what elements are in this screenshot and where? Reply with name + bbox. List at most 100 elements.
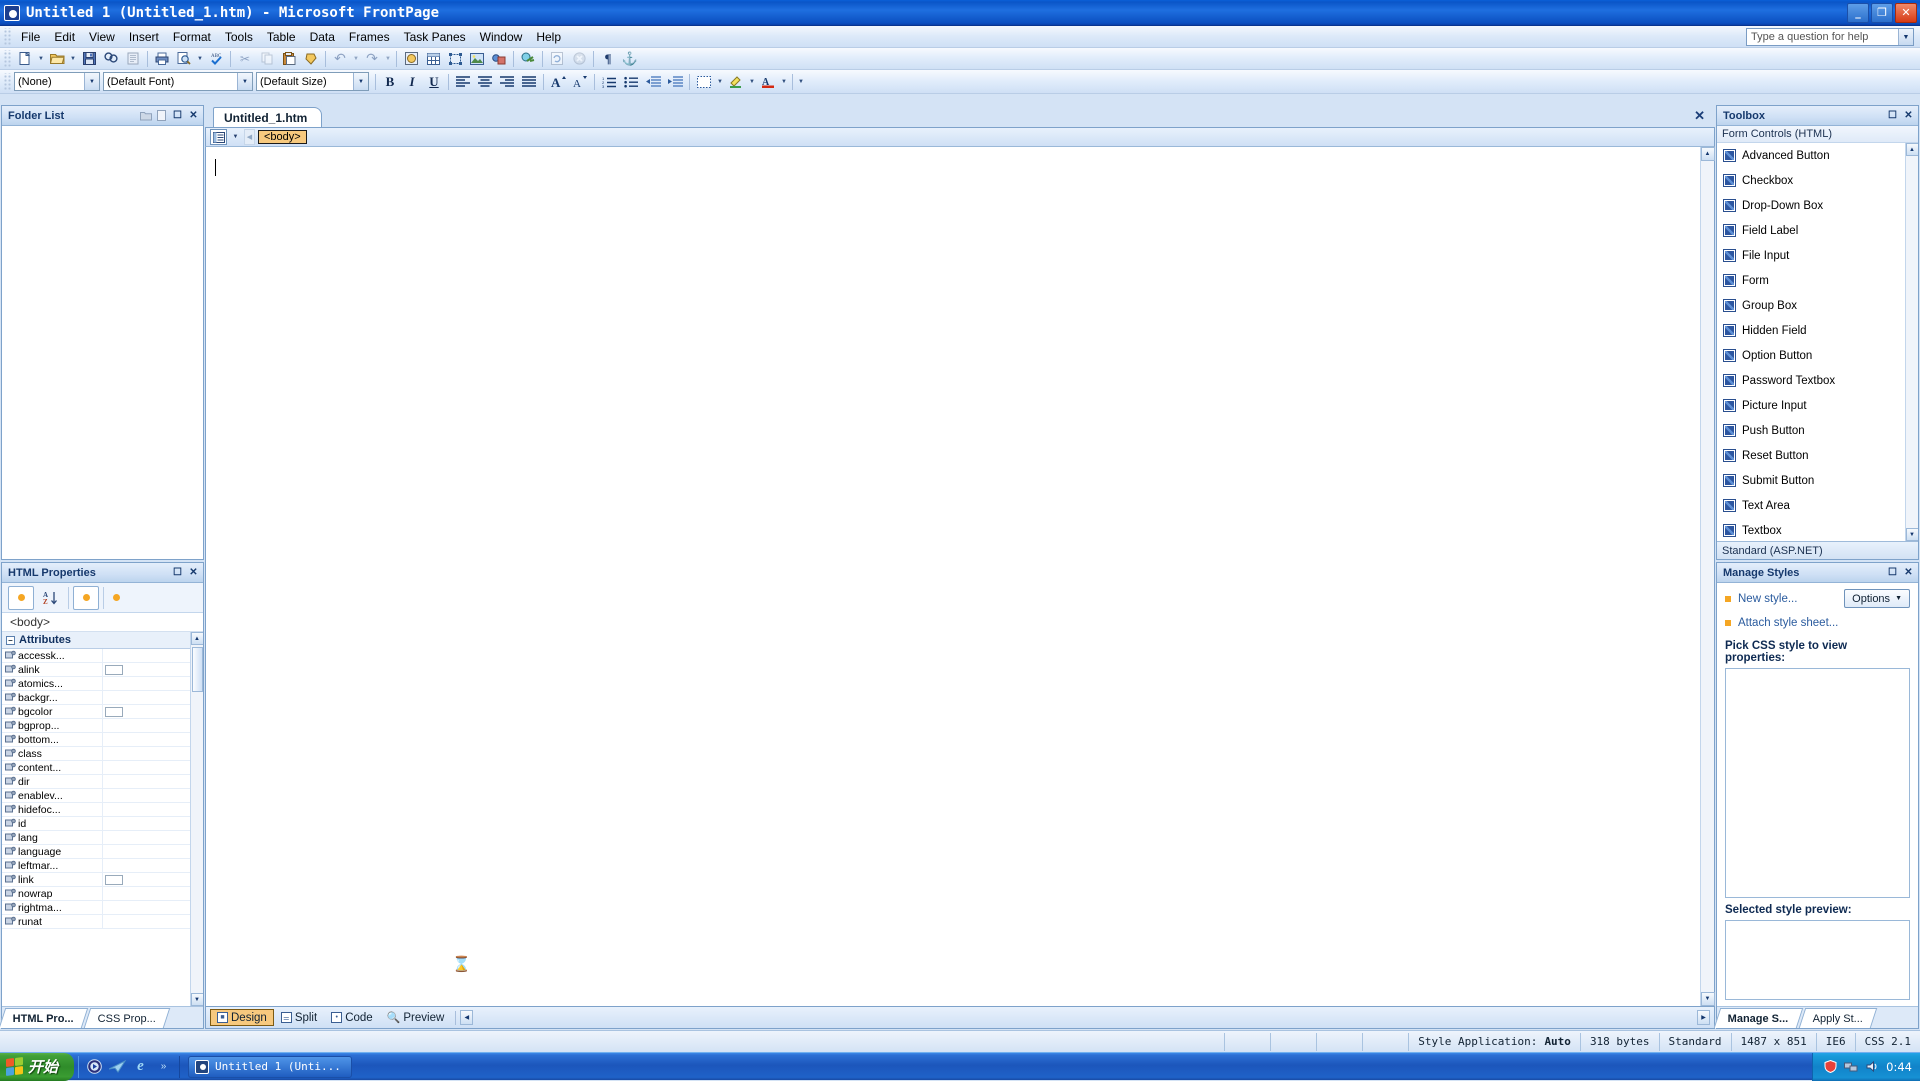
insert-table-button[interactable]	[422, 49, 444, 69]
options-button[interactable]: Options ▼	[1844, 589, 1910, 608]
attribute-row[interactable]: nowrap	[2, 887, 190, 901]
frontpage-icon[interactable]	[4, 4, 20, 21]
attribute-value[interactable]	[102, 845, 190, 858]
css-style-list[interactable]	[1725, 668, 1910, 898]
menu-item-frames[interactable]: Frames	[342, 27, 397, 47]
font-size-combo[interactable]: (Default Size) ▼	[256, 72, 369, 91]
tab-manage-styles[interactable]: Manage S...	[1713, 1008, 1803, 1028]
attribute-row[interactable]: link	[2, 873, 190, 887]
font-color-dropdown[interactable]: ▼	[779, 72, 789, 92]
open-dropdown[interactable]: ▼	[68, 49, 78, 69]
css-version-cell[interactable]: CSS 2.1	[1854, 1032, 1920, 1051]
shield-icon[interactable]	[1823, 1060, 1837, 1074]
chevron-double-right-icon[interactable]: »	[155, 1058, 172, 1075]
stop-button[interactable]	[568, 49, 590, 69]
maximize-icon[interactable]: ☐	[1886, 109, 1899, 122]
attribute-value[interactable]	[102, 859, 190, 872]
toolbox-item[interactable]: Form	[1717, 268, 1905, 293]
menu-item-view[interactable]: View	[82, 27, 122, 47]
attributes-list[interactable]: – Attributes accessk... alink atomics... ba…	[2, 632, 190, 1006]
borders-button[interactable]	[693, 72, 715, 92]
close-icon[interactable]: ✕	[1902, 566, 1915, 579]
menu-item-help[interactable]: Help	[529, 27, 568, 47]
chevron-down-icon[interactable]: ▼	[237, 73, 252, 90]
attribute-value[interactable]	[102, 733, 190, 746]
design-canvas[interactable]: ⌛	[206, 147, 1700, 1006]
scroll-down-icon[interactable]: ▼	[1905, 528, 1918, 541]
media-player-icon[interactable]	[86, 1058, 103, 1075]
web-component-button[interactable]	[400, 49, 422, 69]
attribute-row[interactable]: runat	[2, 915, 190, 929]
toolbox-item[interactable]: Advanced Button	[1717, 143, 1905, 168]
menu-item-format[interactable]: Format	[166, 27, 218, 47]
show-anchors-button[interactable]: ⚓	[619, 49, 641, 69]
undo-dropdown[interactable]: ▼	[351, 49, 361, 69]
new-folder-icon[interactable]	[139, 109, 152, 122]
increase-indent-button[interactable]	[664, 72, 686, 92]
format-painter-button[interactable]	[300, 49, 322, 69]
volume-icon[interactable]	[1865, 1060, 1879, 1074]
outlook-icon[interactable]	[109, 1058, 127, 1075]
scroll-down-icon[interactable]: ▼	[1700, 992, 1715, 1006]
attribute-row[interactable]: hidefoc...	[2, 803, 190, 817]
undo-button[interactable]: ↶	[329, 49, 351, 69]
paste-button[interactable]	[278, 49, 300, 69]
numbered-list-button[interactable]: 123	[598, 72, 620, 92]
toolbox-item[interactable]: Checkbox	[1717, 168, 1905, 193]
attributes-group-header[interactable]: – Attributes	[2, 632, 190, 649]
insert-hyperlink-button[interactable]	[517, 49, 539, 69]
color-swatch[interactable]	[105, 874, 123, 885]
menu-item-data[interactable]: Data	[303, 27, 342, 47]
attribute-row[interactable]: accessk...	[2, 649, 190, 663]
menu-item-window[interactable]: Window	[473, 27, 530, 47]
attribute-row[interactable]: dir	[2, 775, 190, 789]
highlight-button[interactable]	[725, 72, 747, 92]
scroll-up-icon[interactable]: ▲	[190, 632, 203, 645]
attribute-value[interactable]	[102, 817, 190, 830]
font-color-button[interactable]: A	[757, 72, 779, 92]
tab-split[interactable]: ⚌ Split	[274, 1009, 324, 1026]
menu-item-table[interactable]: Table	[260, 27, 303, 47]
document-tab[interactable]: Untitled_1.htm	[213, 107, 323, 127]
save-button[interactable]	[78, 49, 100, 69]
scroll-down-icon[interactable]: ▼	[190, 993, 203, 1006]
attribute-row[interactable]: id	[2, 817, 190, 831]
close-button[interactable]: ✕	[1895, 2, 1917, 23]
start-button[interactable]: 开始	[0, 1052, 75, 1081]
attribute-value[interactable]	[102, 873, 190, 886]
maximize-button[interactable]: ❐	[1871, 2, 1893, 23]
bulleted-list-button[interactable]	[620, 72, 642, 92]
show-marks-button[interactable]: ¶	[597, 49, 619, 69]
redo-dropdown[interactable]: ▼	[383, 49, 393, 69]
align-right-button[interactable]	[496, 72, 518, 92]
close-document-icon[interactable]: ✕	[1694, 108, 1705, 124]
print-button[interactable]	[151, 49, 173, 69]
help-search-box[interactable]: Type a question for help ▼	[1746, 28, 1914, 46]
print-preview-dropdown[interactable]: ▼	[195, 49, 205, 69]
chevron-down-icon[interactable]: ▼	[1898, 29, 1913, 45]
attribute-value[interactable]	[102, 747, 190, 760]
toolbox-item[interactable]: Submit Button	[1717, 468, 1905, 493]
copy-button[interactable]	[256, 49, 278, 69]
toolbox-item[interactable]: Drop-Down Box	[1717, 193, 1905, 218]
redo-button[interactable]: ↷	[361, 49, 383, 69]
highlight-dropdown[interactable]: ▼	[747, 72, 757, 92]
toolbox-item[interactable]: File Input	[1717, 243, 1905, 268]
attribute-value[interactable]	[102, 719, 190, 732]
attribute-value[interactable]	[102, 649, 190, 662]
attribute-value[interactable]	[102, 691, 190, 704]
network-icon[interactable]	[1844, 1060, 1858, 1074]
maximize-icon[interactable]: ☐	[171, 109, 184, 122]
chevron-down-icon[interactable]: ▼	[84, 73, 99, 90]
attribute-value[interactable]	[102, 915, 190, 928]
attribute-row[interactable]: lang	[2, 831, 190, 845]
attribute-row[interactable]: enablev...	[2, 789, 190, 803]
tab-css-properties[interactable]: CSS Prop...	[83, 1008, 171, 1028]
schema-cell[interactable]: Standard	[1658, 1032, 1731, 1051]
close-icon[interactable]: ✕	[187, 566, 200, 579]
toolbox-item[interactable]: Hidden Field	[1717, 318, 1905, 343]
spelling-button[interactable]: ABC	[205, 49, 227, 69]
decrease-font-size-button[interactable]: A	[569, 72, 591, 92]
attribute-row[interactable]: atomics...	[2, 677, 190, 691]
attribute-row[interactable]: bottom...	[2, 733, 190, 747]
